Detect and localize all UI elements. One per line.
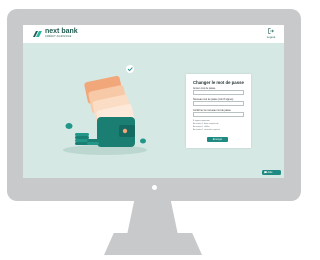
coin-shape [65, 123, 73, 129]
brand-name: next bank [45, 28, 78, 35]
logout-icon [268, 28, 274, 34]
logout-button[interactable]: Logout [265, 28, 277, 39]
screen: next bank CRÉDIT AGRICOLE Logout Changer… [23, 25, 284, 178]
brand-subtitle: CRÉDIT AGRICOLE [45, 35, 72, 38]
change-password-card: Changer le mot de passe Ancien mot de pa… [186, 74, 251, 148]
confirm-password-input[interactable] [193, 112, 244, 117]
coin-stack [87, 139, 99, 145]
chat-bubble [263, 171, 267, 174]
new-password-input[interactable] [193, 101, 244, 106]
coin-shape [75, 136, 89, 139]
coin-stack [75, 133, 89, 145]
monitor-neck [127, 201, 178, 235]
coin-shape [87, 139, 99, 142]
password-requirement: 8 signes minimum [193, 120, 210, 122]
logout-icon-arrow [270, 29, 274, 33]
check-badge [126, 65, 134, 73]
coin-shape [75, 133, 89, 136]
form-title: Changer le mot de passe [193, 80, 244, 85]
coin-shape [87, 142, 99, 145]
coin-shape [75, 139, 89, 142]
monitor-camera-dot [152, 185, 157, 190]
logout-label: Logout [266, 35, 276, 39]
monitor-stand [104, 233, 202, 255]
submit-button[interactable]: Envoyer [207, 137, 228, 142]
coin-shape [75, 142, 89, 145]
password-requirement: Au moins 1 caractère spécial [193, 129, 220, 131]
password-requirement: Au moins 1 chiffre [193, 126, 210, 128]
chat-icon [263, 171, 267, 174]
coin-shape [140, 138, 146, 144]
help-button[interactable]: Aide [262, 170, 281, 175]
bank-logo-icon [33, 31, 42, 37]
help-label: Aide [267, 171, 273, 174]
old-password-input[interactable] [193, 90, 244, 95]
password-requirement: Au moins 1 lettre majuscule [193, 123, 219, 125]
top-bar: next bank CRÉDIT AGRICOLE Logout [23, 25, 284, 43]
wallet-clasp [122, 128, 128, 134]
